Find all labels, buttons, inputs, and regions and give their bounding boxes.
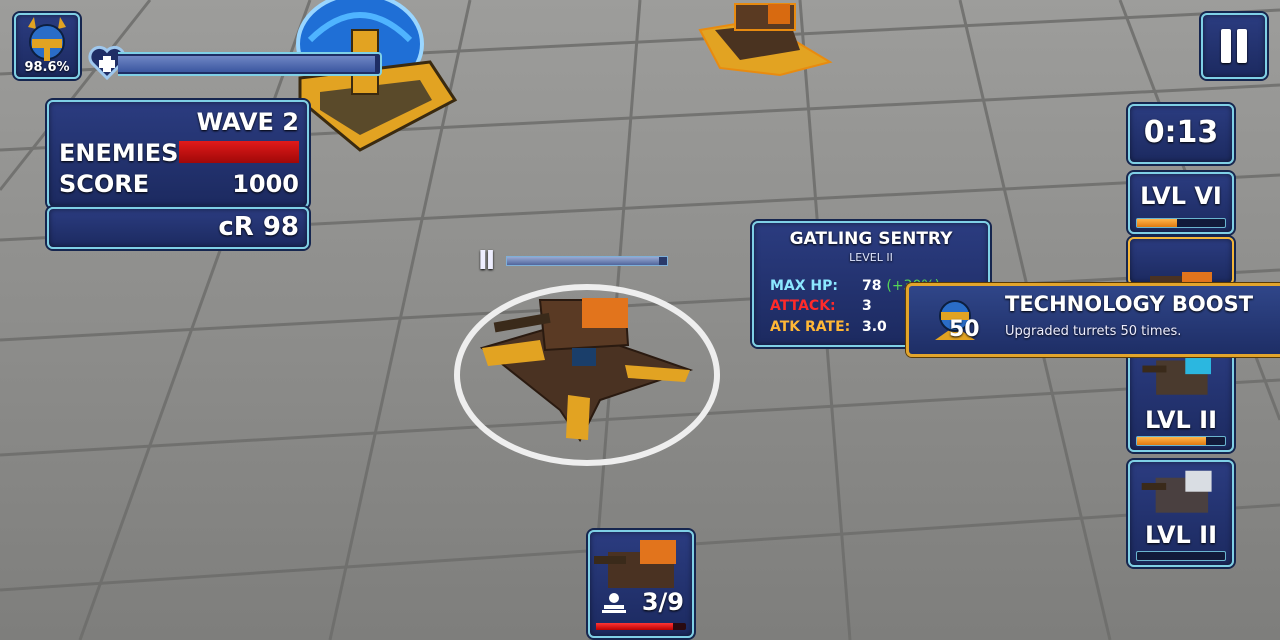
unit-health-bar bbox=[506, 256, 668, 266]
stat-max-hp-label: MAX HP: bbox=[770, 278, 839, 294]
build-progress-fill bbox=[596, 623, 673, 630]
credits-value: cR 98 bbox=[218, 212, 299, 242]
turret-icon bbox=[594, 540, 676, 588]
helmet-avatar-icon bbox=[28, 17, 66, 61]
timer-value: 0:13 bbox=[1143, 115, 1219, 150]
shield-percent: 98.6% bbox=[24, 60, 70, 75]
turret-card-3[interactable]: LVL II bbox=[1128, 345, 1234, 452]
turret-card-level: LVL II bbox=[1144, 521, 1218, 549]
turret-card-xp-bar bbox=[1136, 218, 1226, 228]
wave-timer: 0:13 bbox=[1128, 104, 1234, 164]
enemies-remaining-fill bbox=[179, 141, 299, 163]
selected-turret[interactable] bbox=[454, 284, 720, 466]
pause-button[interactable] bbox=[1201, 13, 1267, 79]
turret-card-xp-bar bbox=[1136, 551, 1226, 561]
stat-attack-rate-label: ATK RATE: bbox=[770, 319, 851, 335]
build-turret-card[interactable]: 3/9 bbox=[588, 530, 694, 638]
unit-rank-marker: II bbox=[478, 246, 495, 276]
turret-card-4[interactable]: LVL II bbox=[1128, 460, 1234, 567]
turret-card-xp-fill bbox=[1137, 219, 1177, 227]
stat-attack-rate-value: 3.0 bbox=[862, 319, 887, 335]
turret-name: GATLING SENTRY bbox=[789, 229, 953, 249]
turret-icon bbox=[1136, 272, 1212, 283]
credits-panel: cR 98 bbox=[47, 207, 309, 249]
stat-attack-value: 3 bbox=[862, 298, 872, 314]
stat-attack-label: ATTACK: bbox=[770, 298, 836, 314]
player-health-bar bbox=[118, 52, 382, 76]
turret-card-xp-fill bbox=[1137, 437, 1206, 445]
turret-card-xp-bar bbox=[1136, 436, 1226, 446]
turret-card-level: LVL VI bbox=[1140, 182, 1222, 210]
score-value: 1000 bbox=[232, 170, 299, 198]
distant-turret[interactable] bbox=[698, 3, 833, 77]
achievement-title: TECHNOLOGY BOOST bbox=[1005, 292, 1254, 316]
wave-panel: WAVE 2 ENEMIES SCORE 1000 bbox=[47, 100, 309, 208]
achievement-toast[interactable]: 50 TECHNOLOGY BOOST Upgraded turrets 50 … bbox=[906, 283, 1280, 357]
player-health-fill bbox=[118, 56, 375, 72]
turret-card-2[interactable] bbox=[1128, 237, 1234, 285]
player-avatar[interactable]: 98.6% bbox=[14, 13, 80, 79]
achievement-count: 50 bbox=[949, 317, 980, 342]
turret-level: LEVEL II bbox=[849, 251, 893, 264]
unit-health-fill bbox=[507, 257, 659, 265]
turret-card-level: LVL II bbox=[1144, 406, 1218, 434]
score-label: SCORE bbox=[59, 170, 150, 198]
enemies-remaining-bar bbox=[179, 141, 299, 163]
build-count: 3/9 bbox=[641, 588, 684, 616]
enemies-label: ENEMIES bbox=[59, 139, 179, 167]
turret-card-1[interactable]: LVL VI bbox=[1128, 172, 1234, 234]
wave-title: WAVE 2 bbox=[196, 108, 299, 136]
worker-icon bbox=[602, 593, 626, 613]
build-progress-bar bbox=[596, 623, 686, 630]
achievement-description: Upgraded turrets 50 times. bbox=[1005, 324, 1182, 339]
